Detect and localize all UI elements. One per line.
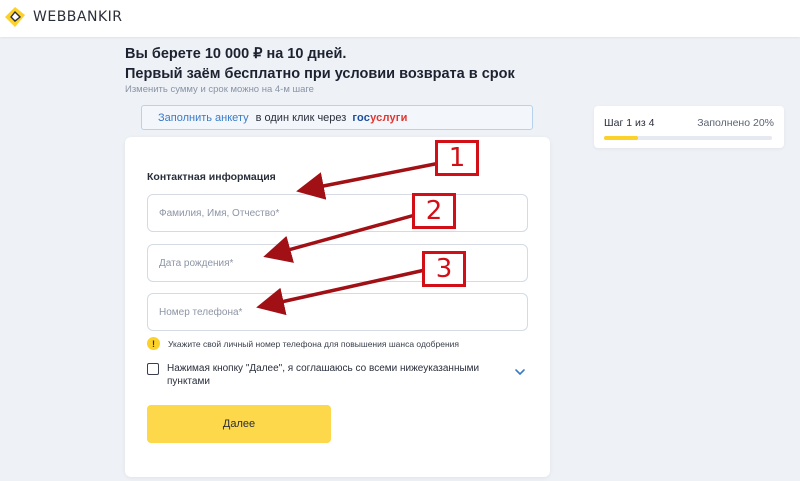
annotation-badge-1: 1 bbox=[435, 140, 479, 176]
birth-date-input[interactable] bbox=[147, 244, 528, 282]
phone-input[interactable] bbox=[147, 293, 528, 331]
filled-percent: Заполнено 20% bbox=[697, 117, 774, 129]
phone-hint: ! Укажите свой личный номер телефона для… bbox=[147, 337, 459, 350]
gosuslugi-link-text: Заполнить анкету bbox=[158, 111, 249, 124]
section-title: Контактная информация bbox=[147, 171, 276, 183]
progress-panel: Шаг 1 из 4 Заполнено 20% bbox=[594, 106, 784, 148]
progress-bar-fill bbox=[604, 136, 638, 140]
form-card: Контактная информация ! Укажите свой лич… bbox=[125, 137, 550, 477]
chevron-down-icon[interactable] bbox=[513, 365, 527, 379]
phone-hint-text: Укажите свой личный номер телефона для п… bbox=[168, 338, 460, 349]
wallet-logo-icon bbox=[5, 7, 25, 27]
gosuslugi-logo: госуслуги bbox=[352, 111, 408, 124]
gosuslugi-button[interactable]: Заполнить анкету в один клик через госус… bbox=[141, 105, 533, 130]
annotation-badge-3: 3 bbox=[422, 251, 466, 287]
annotation-badge-2: 2 bbox=[412, 193, 456, 229]
brand-name: WEBBANKIR bbox=[33, 9, 123, 25]
offer-line-amount: Вы берете 10 000 ₽ на 10 дней. bbox=[125, 46, 347, 62]
full-name-input[interactable] bbox=[147, 194, 528, 232]
offer-line-free: Первый заём бесплатно при условии возвра… bbox=[125, 66, 515, 82]
warning-icon: ! bbox=[147, 337, 160, 350]
offer-note: Изменить сумму и срок можно на 4-м шаге bbox=[125, 84, 314, 95]
step-indicator: Шаг 1 из 4 bbox=[604, 117, 655, 129]
agree-text: Нажимая кнопку "Далее", я соглашаюсь со … bbox=[167, 363, 480, 387]
progress-bar bbox=[604, 136, 772, 140]
offer-headline: Вы берете 10 000 ₽ на 10 дней. Первый за… bbox=[125, 44, 515, 84]
brand-logo[interactable]: WEBBANKIR bbox=[4, 6, 122, 28]
agree-checkbox[interactable] bbox=[147, 363, 159, 375]
top-header: WEBBANKIR bbox=[0, 0, 800, 37]
agreement-row: Нажимая кнопку "Далее", я соглашаюсь со … bbox=[147, 362, 528, 388]
gosuslugi-middle-text: в один клик через bbox=[255, 111, 347, 124]
next-button[interactable]: Далее bbox=[147, 405, 331, 443]
